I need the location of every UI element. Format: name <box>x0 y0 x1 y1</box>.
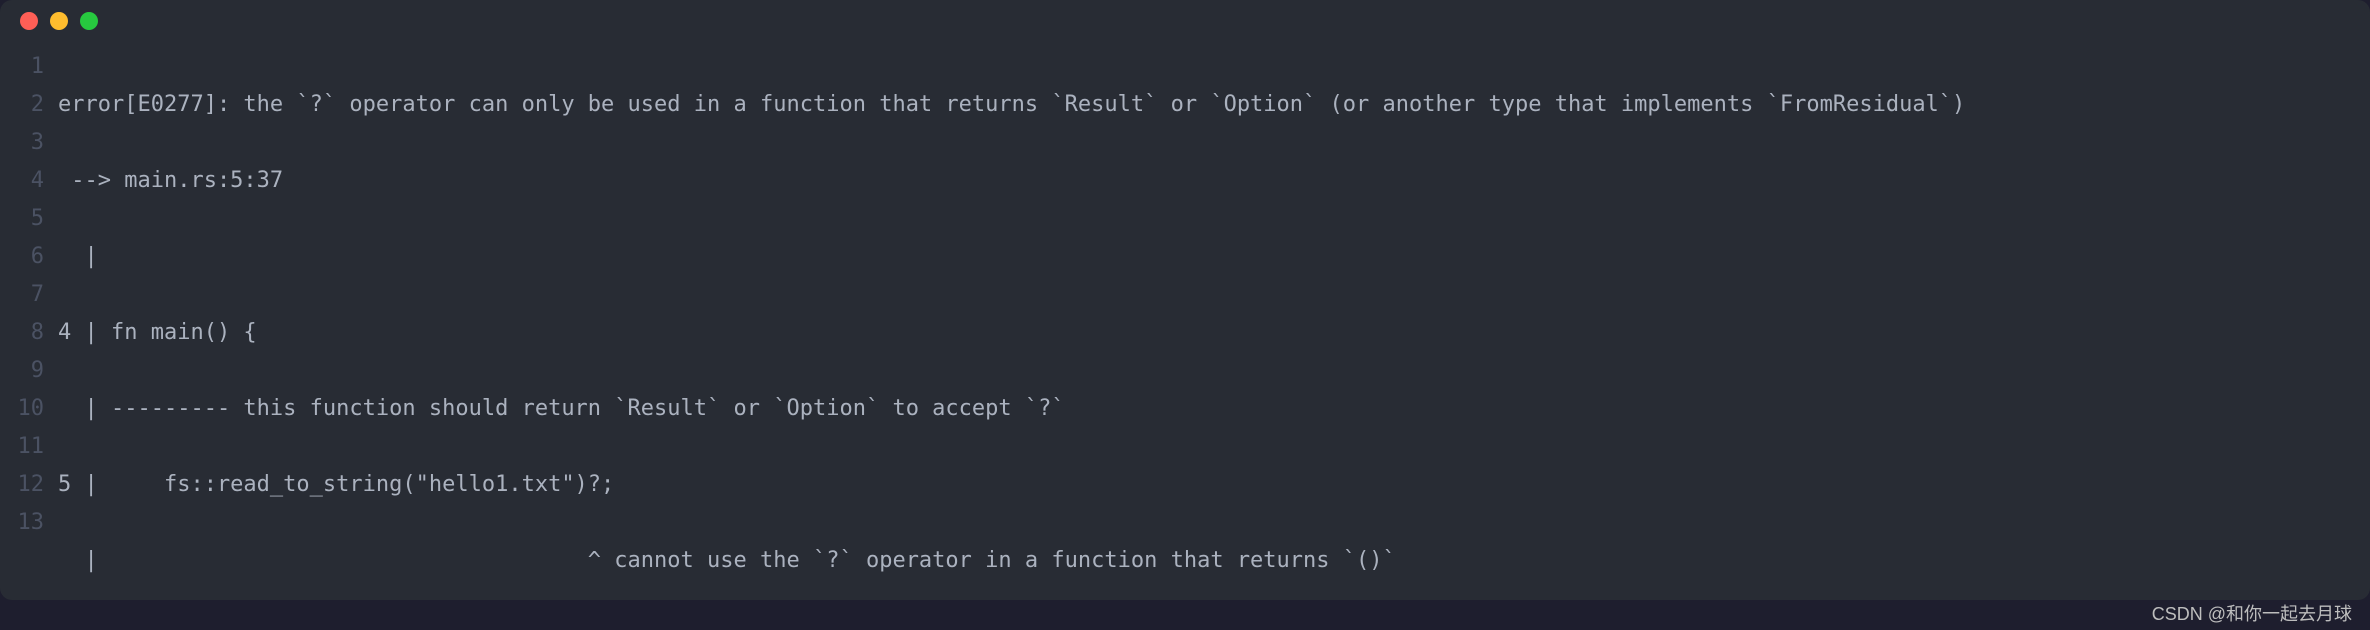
line-number: 3 <box>0 124 44 162</box>
line-number: 8 <box>0 314 44 352</box>
code-line: 4 | fn main() { <box>58 314 2370 352</box>
line-number: 7 <box>0 276 44 314</box>
maximize-icon[interactable] <box>80 12 98 30</box>
code-content[interactable]: error[E0277]: the `?` operator can only … <box>58 48 2370 600</box>
line-number: 11 <box>0 428 44 466</box>
code-line: --> main.rs:5:37 <box>58 162 2370 200</box>
line-number: 4 <box>0 162 44 200</box>
line-number-gutter: 1 2 3 4 5 6 7 8 9 10 11 12 13 <box>0 48 58 600</box>
line-number: 12 <box>0 466 44 504</box>
code-line: | --------- this function should return … <box>58 390 2370 428</box>
titlebar <box>0 0 2370 42</box>
line-number: 13 <box>0 504 44 542</box>
code-line: 5 | fs::read_to_string("hello1.txt")?; <box>58 466 2370 504</box>
watermark: CSDN @和你一起去月球 <box>2152 600 2352 626</box>
line-number: 2 <box>0 86 44 124</box>
line-number: 9 <box>0 352 44 390</box>
close-icon[interactable] <box>20 12 38 30</box>
line-number: 10 <box>0 390 44 428</box>
code-area: 1 2 3 4 5 6 7 8 9 10 11 12 13 error[E027… <box>0 42 2370 600</box>
line-number: 5 <box>0 200 44 238</box>
code-line: error[E0277]: the `?` operator can only … <box>58 86 2370 124</box>
line-number: 1 <box>0 48 44 86</box>
code-line: | <box>58 238 2370 276</box>
code-line: | ^ cannot use the `?` operator in a fun… <box>58 542 2370 580</box>
minimize-icon[interactable] <box>50 12 68 30</box>
line-number: 6 <box>0 238 44 276</box>
terminal-window: 1 2 3 4 5 6 7 8 9 10 11 12 13 error[E027… <box>0 0 2370 600</box>
